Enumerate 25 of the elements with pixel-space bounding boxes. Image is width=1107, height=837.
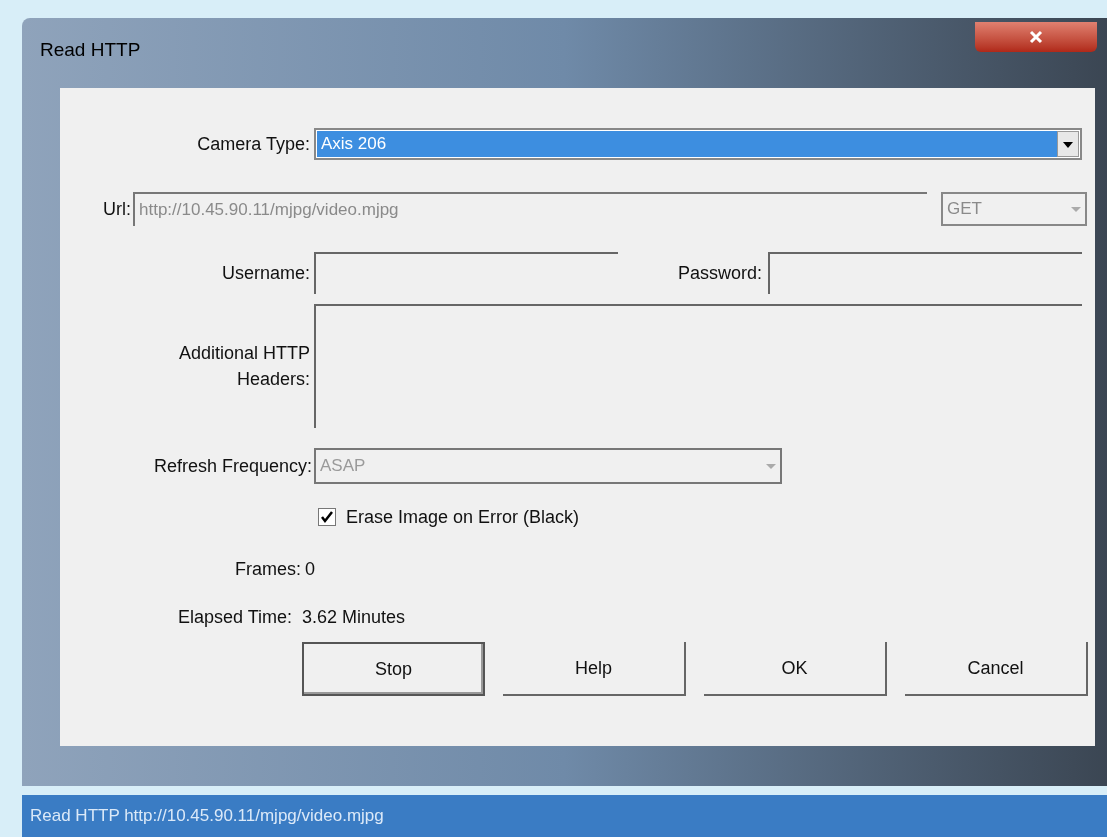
method-value: GET	[947, 198, 982, 221]
refresh-frequency-label: Refresh Frequency:	[152, 454, 313, 478]
erase-checkbox[interactable]	[318, 508, 336, 526]
status-text: Read HTTP http://10.45.90.11/mjpg/video.mjpg	[30, 805, 384, 828]
dialog-button[interactable]: OK	[704, 642, 887, 696]
dropdown-arrow-icon	[766, 463, 776, 469]
dialog-button[interactable]: Cancel	[905, 642, 1088, 696]
close-icon	[1029, 30, 1043, 44]
password-label: Password:	[676, 261, 763, 285]
dialog-button[interactable]: Help	[503, 642, 686, 696]
elapsed-time-value: 3.62 Minutes	[302, 605, 406, 629]
headers-label: Additional HTTP Headers:	[177, 342, 311, 391]
dropdown-arrow-icon	[1071, 206, 1081, 212]
refresh-frequency-value: ASAP	[320, 455, 366, 478]
camera-type-value: Axis 206	[317, 131, 1057, 157]
dialog-button[interactable]: Stop	[302, 642, 485, 696]
window-title: Read HTTP	[40, 38, 141, 62]
elapsed-time-label: Elapsed Time:	[176, 605, 293, 629]
frames-label: Frames:	[234, 557, 302, 581]
url-label: Url:	[102, 197, 132, 221]
close-button[interactable]	[975, 22, 1097, 52]
frames-value: 0	[305, 557, 315, 581]
erase-checkbox-label: Erase Image on Error (Black)	[346, 505, 580, 529]
camera-type-label: Camera Type:	[196, 132, 311, 156]
username-label: Username:	[220, 261, 311, 285]
